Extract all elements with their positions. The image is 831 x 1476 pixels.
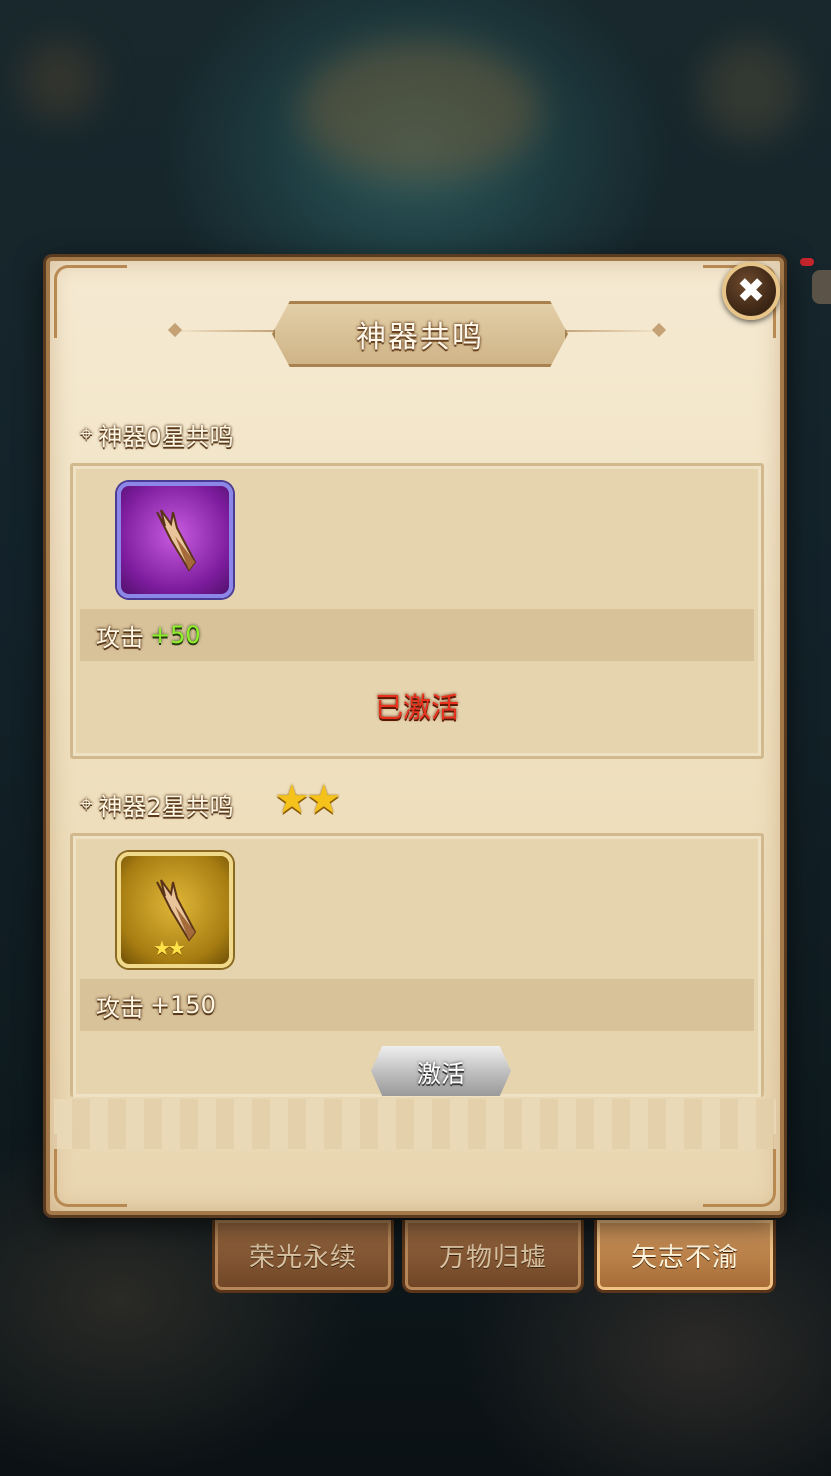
artifact-resonance-panel: 神器共鸣 ⌖ 神器0星共鸣 攻击 +50 已激活 ⌖ 神器2星共鸣 ★★ ★★ (46, 257, 784, 1215)
tab-unwavering[interactable]: 矢志不渝 (594, 1220, 776, 1293)
title-ornament (167, 322, 183, 338)
title-plate: 神器共鸣 (272, 301, 568, 367)
corner-ornament (54, 265, 127, 338)
tab-glory-forever[interactable]: 荣光永续 (212, 1220, 394, 1293)
attack-value: +150 (150, 991, 216, 1019)
claw-dagger-icon (156, 509, 197, 572)
page-title: 神器共鸣 (356, 320, 484, 355)
section-heading-0-star: ⌖ 神器0星共鸣 (80, 417, 234, 452)
item-star-icons: ★★ (153, 936, 186, 960)
star-rating: ★★ (274, 777, 342, 823)
notification-dot (800, 258, 814, 266)
background-decor (700, 40, 800, 140)
title-divider (170, 330, 275, 332)
artifact-item-purple[interactable] (117, 482, 233, 598)
background-decor (20, 40, 100, 120)
artifact-item-gold[interactable]: ★★ (117, 852, 233, 968)
activate-button[interactable]: 激活 (371, 1046, 511, 1096)
stat-row: 攻击 +150 (80, 979, 754, 1031)
close-button[interactable]: ✖ (722, 262, 780, 320)
background-decor (300, 40, 540, 180)
panel-footer-pattern (54, 1099, 776, 1149)
close-icon: ✖ (736, 271, 766, 311)
side-handle[interactable] (812, 270, 831, 304)
activated-status: 已激活 (374, 691, 459, 724)
resonance-box-0-star: 攻击 +50 已激活 (70, 463, 764, 759)
attack-value: +50 (150, 621, 201, 649)
tab-return-to-ruins[interactable]: 万物归墟 (402, 1220, 584, 1293)
stat-row: 攻击 +50 (80, 609, 754, 661)
title-divider (560, 330, 665, 332)
bullet-icon: ⌖ (80, 792, 93, 817)
title-ornament (651, 322, 667, 338)
attack-label: 攻击 (96, 623, 144, 652)
section-heading-label: 神器2星共鸣 (98, 793, 234, 821)
section-heading-label: 神器0星共鸣 (98, 423, 234, 451)
bullet-icon: ⌖ (80, 422, 93, 447)
attack-label: 攻击 (96, 993, 144, 1022)
section-heading-2-star: ⌖ 神器2星共鸣 (80, 787, 234, 822)
resonance-box-2-star: ★★ 攻击 +150 激活 (70, 833, 764, 1097)
